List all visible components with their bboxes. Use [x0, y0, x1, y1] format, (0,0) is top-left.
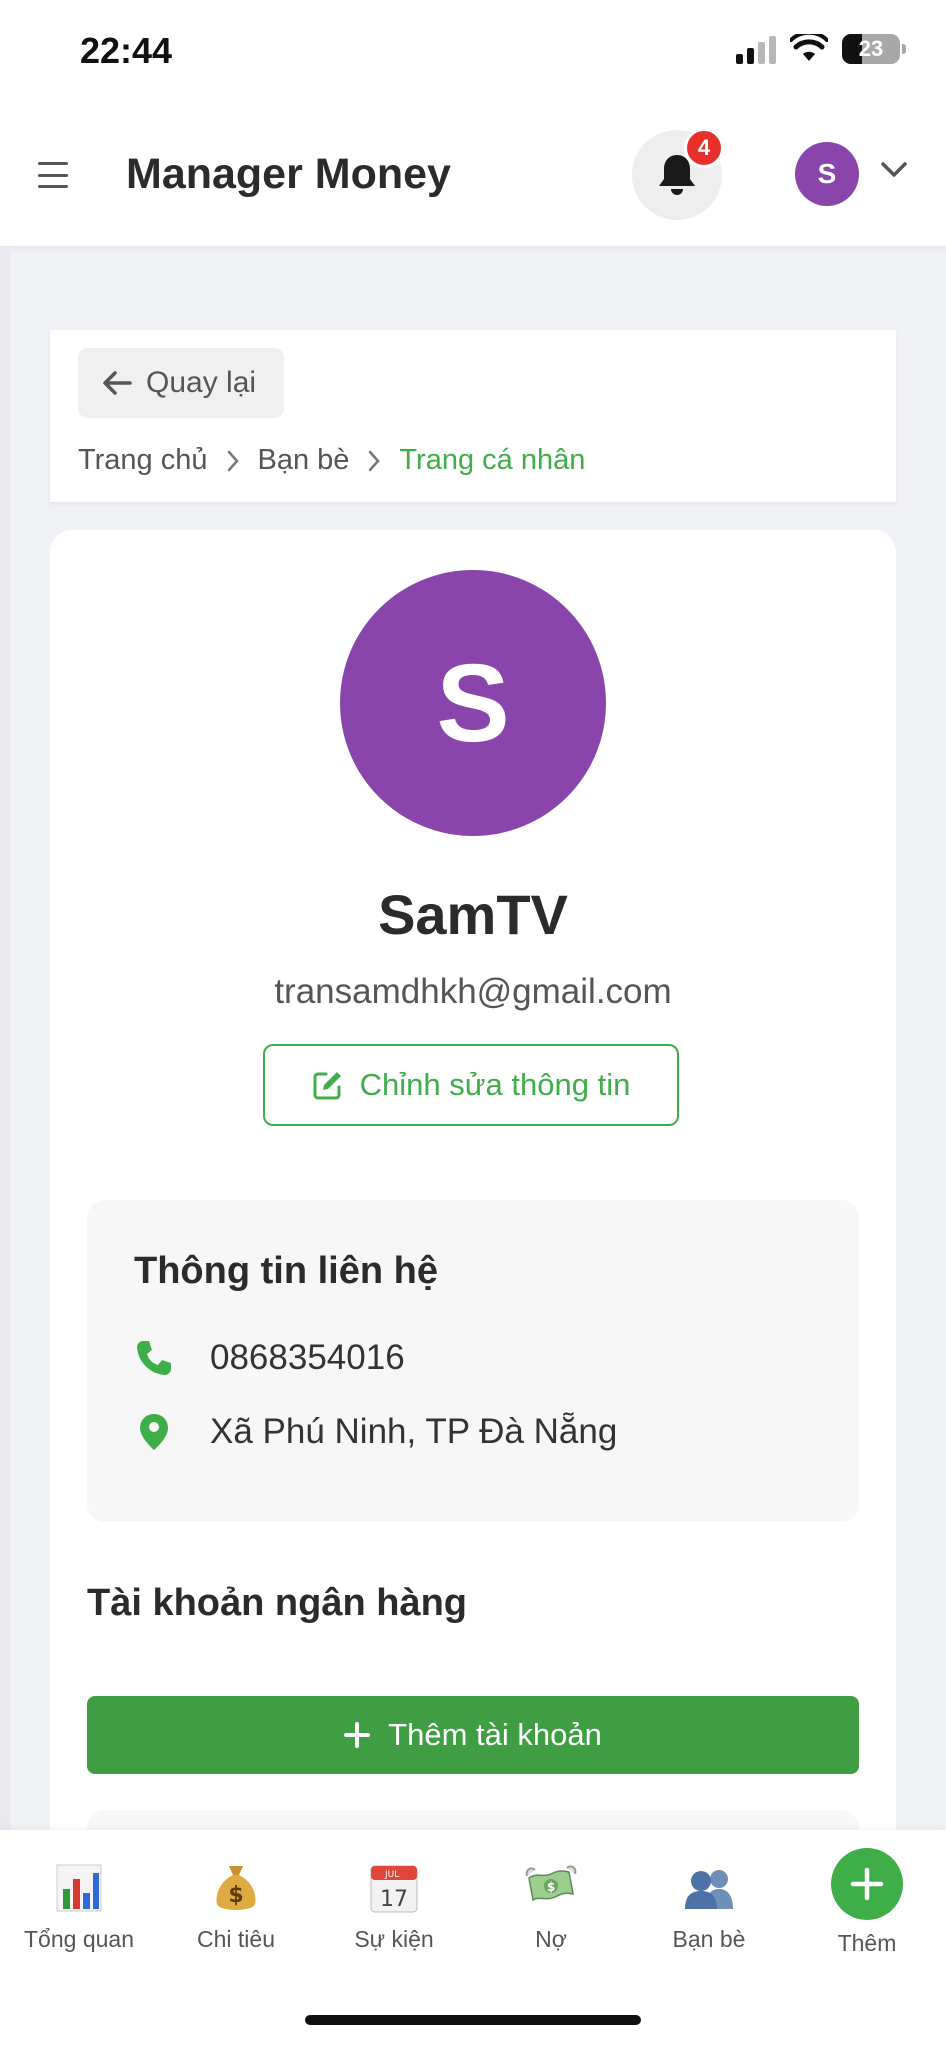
contact-phone: 0868354016: [210, 1338, 405, 1377]
chevron-right-icon: [369, 450, 381, 471]
breadcrumb-friends[interactable]: Bạn bè: [258, 444, 350, 477]
app-header: Manager Money 4 S: [0, 110, 946, 246]
map-pin-icon: [134, 1413, 174, 1451]
edit-icon: [313, 1072, 341, 1100]
svg-text:$: $: [547, 1880, 555, 1894]
edit-profile-label: Chỉnh sửa thông tin: [359, 1067, 631, 1102]
money-bag-icon: $: [208, 1860, 264, 1916]
page-edge: [0, 246, 10, 1830]
user-avatar[interactable]: S: [795, 142, 859, 206]
nav-add[interactable]: Thêm: [788, 1848, 946, 1957]
profile-email: transamdhkh@gmail.com: [274, 972, 672, 1011]
calendar-month-text: JUL: [384, 1870, 399, 1880]
nav-events-label: Sự kiện: [354, 1926, 434, 1952]
hamburger-menu-icon[interactable]: [38, 162, 68, 188]
phone-icon: [134, 1339, 174, 1377]
nav-events[interactable]: JUL 17 Sự kiện: [315, 1860, 473, 1953]
profile-avatar: S: [340, 570, 606, 836]
nav-overview[interactable]: Tổng quan: [0, 1860, 158, 1953]
contact-info-box: Thông tin liên hệ 0868354016 Xã Phú Ninh…: [87, 1200, 859, 1522]
back-button[interactable]: Quay lại: [78, 348, 285, 418]
flying-money-icon: $: [523, 1860, 579, 1916]
breadcrumb-home[interactable]: Trang chủ: [78, 444, 208, 477]
cellular-signal-icon: [736, 34, 776, 64]
status-icons: 23: [736, 34, 906, 64]
nav-add-label: Thêm: [837, 1930, 897, 1956]
nav-spending[interactable]: $ Chi tiêu: [157, 1860, 315, 1953]
svg-text:$: $: [228, 1883, 243, 1908]
calendar-day-text: 17: [380, 1887, 408, 1912]
contact-title: Thông tin liên hệ: [134, 1250, 438, 1292]
edit-profile-button[interactable]: Chỉnh sửa thông tin: [263, 1044, 679, 1126]
status-time: 22:44: [80, 30, 173, 71]
battery-icon: 23: [842, 34, 906, 64]
add-account-button[interactable]: Thêm tài khoản: [87, 1696, 859, 1774]
nav-friends-label: Bạn bè: [672, 1926, 746, 1952]
plus-icon: [344, 1722, 371, 1748]
home-indicator: [305, 2015, 641, 2025]
contact-address: Xã Phú Ninh, TP Đà Nẵng: [210, 1412, 618, 1451]
battery-level: 23: [858, 36, 884, 61]
notification-badge: 4: [684, 128, 724, 168]
status-bar: 22:44 23: [0, 0, 946, 110]
calendar-icon: JUL 17: [366, 1860, 422, 1916]
notification-button[interactable]: 4: [632, 128, 724, 220]
contact-phone-row: 0868354016: [134, 1338, 405, 1378]
plus-icon: [831, 1848, 903, 1920]
app-title: Manager Money: [126, 150, 451, 198]
nav-debt[interactable]: $ Nợ: [472, 1860, 630, 1953]
bank-accounts-title: Tài khoản ngân hàng: [87, 1582, 468, 1624]
nav-overview-label: Tổng quan: [24, 1926, 134, 1952]
nav-debt-label: Nợ: [535, 1926, 567, 1952]
chevron-right-icon: [227, 450, 239, 471]
profile-card: S SamTV transamdhkh@gmail.com Chỉnh sửa …: [50, 530, 896, 1930]
arrow-left-icon: [103, 371, 132, 395]
wifi-icon: [790, 34, 828, 61]
breadcrumb: Trang chủ Bạn bè Trang cá nhân: [78, 444, 585, 477]
add-account-label: Thêm tài khoản: [388, 1717, 602, 1752]
nav-spending-label: Chi tiêu: [197, 1926, 275, 1952]
breadcrumb-current: Trang cá nhân: [399, 444, 586, 476]
bar-chart-icon: [51, 1860, 107, 1916]
breadcrumb-card: Quay lại Trang chủ Bạn bè Trang cá nhân: [50, 330, 896, 502]
nav-friends[interactable]: Bạn bè: [630, 1860, 788, 1953]
chevron-down-icon[interactable]: [880, 160, 908, 180]
contact-address-row: Xã Phú Ninh, TP Đà Nẵng: [134, 1412, 617, 1452]
back-button-label: Quay lại: [146, 366, 257, 399]
profile-name: SamTV: [378, 883, 568, 946]
people-icon: [681, 1860, 737, 1916]
